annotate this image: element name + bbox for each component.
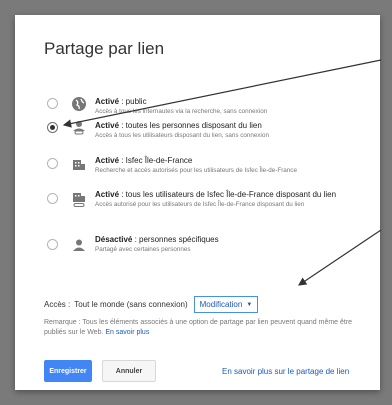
option-title: Activé : Isfec Île-de-France (95, 156, 193, 165)
option-description: Recherche et accès autorisés pour les ut… (95, 167, 297, 174)
access-row: Accès : Tout le monde (sans connexion) M… (44, 296, 259, 313)
building-icon (70, 155, 88, 173)
access-mode-dropdown[interactable]: Modification ▼ (193, 296, 259, 313)
access-label: Accès : (44, 300, 71, 309)
access-value: Tout le monde (sans connexion) (74, 300, 188, 309)
radio-organization-with-link[interactable] (47, 193, 58, 204)
option-anyone-with-link[interactable]: Activé : toutes les personnes disposant … (15, 113, 380, 153)
option-title: Activé : public (95, 97, 147, 106)
option-description: Accès à tous les utilisateurs disposant … (95, 132, 269, 139)
building-link-icon (70, 191, 88, 209)
option-organization[interactable]: Activé : Isfec Île-de-France Recherche e… (15, 148, 380, 188)
cancel-button[interactable]: Annuler (102, 360, 156, 382)
option-description: Partagé avec certaines personnes (95, 246, 191, 253)
learn-more-link[interactable]: En savoir plus (105, 329, 149, 336)
radio-anyone-with-link[interactable] (47, 122, 58, 133)
radio-organization[interactable] (47, 158, 58, 169)
radio-public[interactable] (47, 98, 58, 109)
option-specific-people[interactable]: Désactivé : personnes spécifiques Partag… (15, 229, 380, 269)
option-title: Activé : tous les utilisateurs de Isfec … (95, 190, 337, 199)
radio-specific-people[interactable] (47, 239, 58, 250)
globe-icon (70, 95, 88, 113)
option-title: Activé : toutes les personnes disposant … (95, 121, 262, 130)
link-user-icon (70, 119, 88, 137)
remark-text: Remarque : Tous les éléments associés à … (44, 319, 353, 336)
dialog-title: Partage par lien (44, 39, 165, 58)
save-button[interactable]: Enregistrer (44, 360, 92, 382)
option-description: Accès autorisé pour les utilisateurs de … (95, 201, 305, 208)
person-icon (70, 236, 88, 254)
access-mode-label: Modification (199, 300, 243, 309)
learn-about-link-sharing-link[interactable]: En savoir plus sur le partage de lien (222, 367, 349, 376)
option-organization-with-link[interactable]: Activé : tous les utilisateurs de Isfec … (15, 183, 380, 231)
chevron-down-icon: ▼ (246, 301, 253, 308)
link-sharing-dialog: Partage par lien Activé : public Accès à… (15, 15, 380, 390)
option-title: Désactivé : personnes spécifiques (95, 235, 219, 244)
